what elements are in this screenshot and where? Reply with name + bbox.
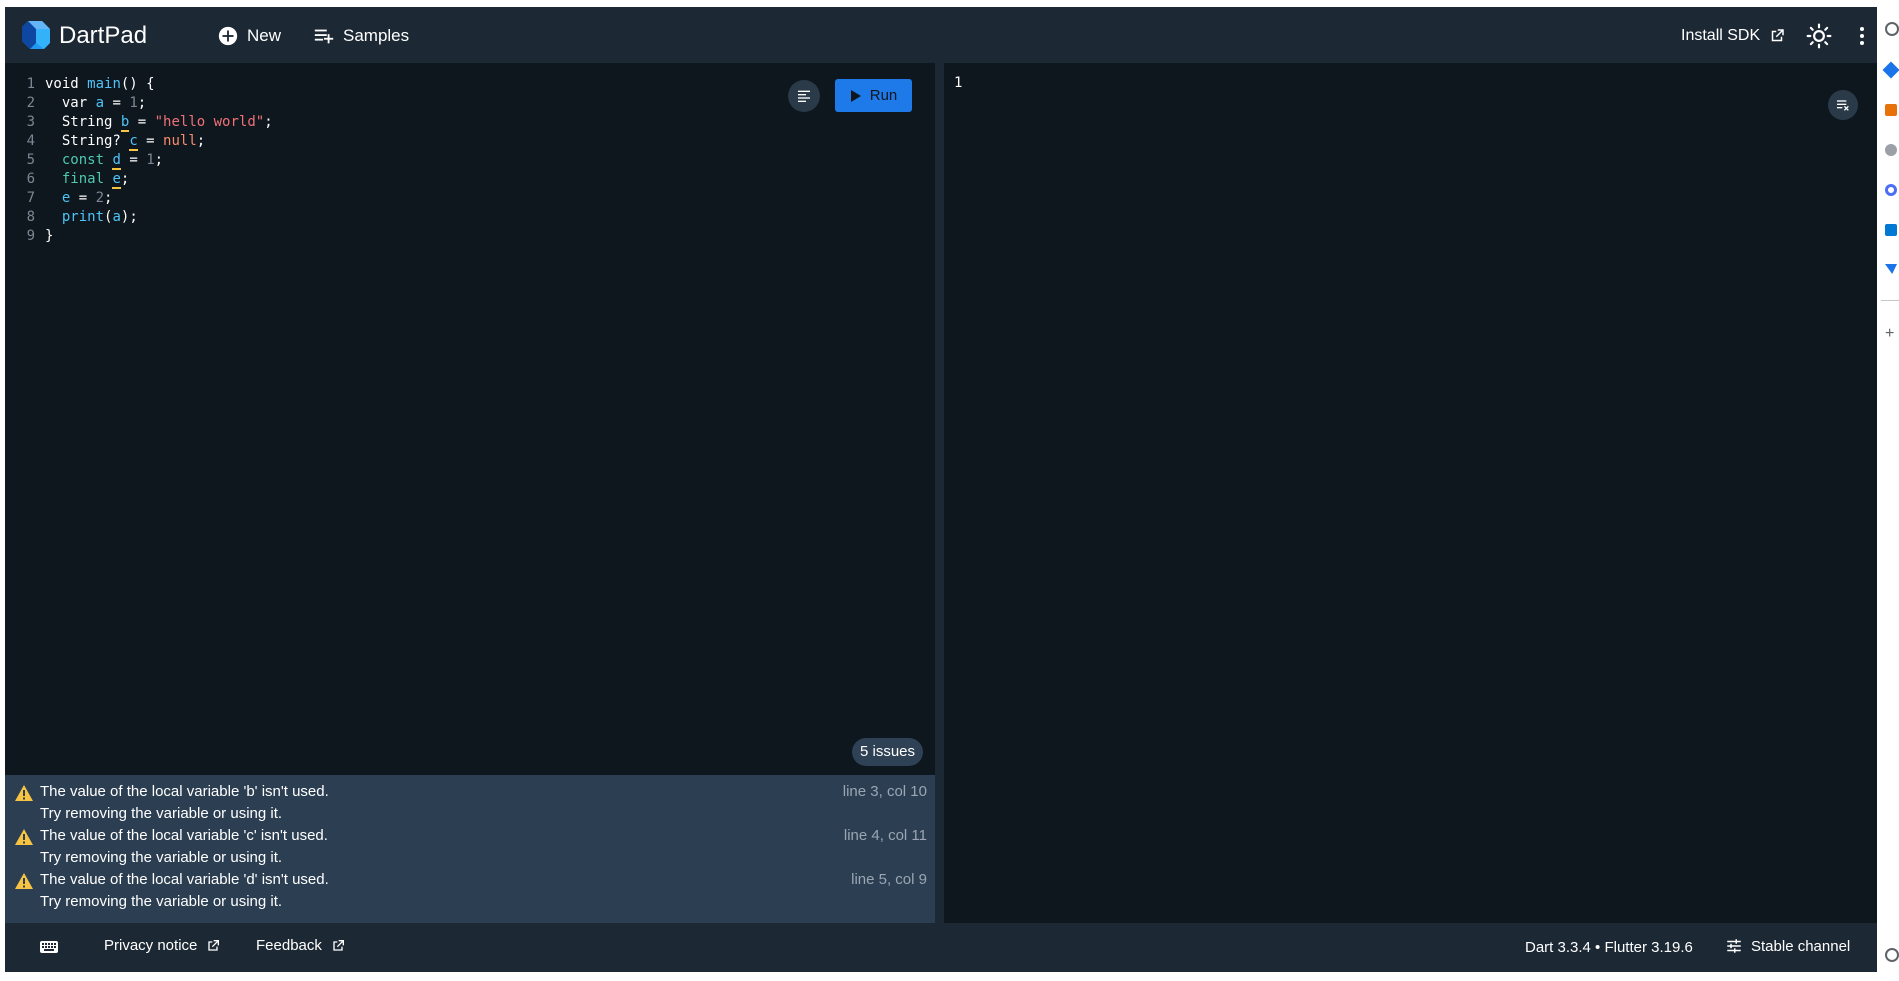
line-number: 9 xyxy=(26,228,35,244)
line-number: 4 xyxy=(26,133,35,149)
problem-item[interactable]: The value of the local variable 'b' isn'… xyxy=(5,775,935,822)
keyboard-icon[interactable] xyxy=(39,939,59,955)
browser-bottom-edge xyxy=(0,972,1877,981)
gear-icon[interactable] xyxy=(1885,948,1899,962)
playlist-add-icon xyxy=(314,29,334,44)
new-button[interactable]: New xyxy=(217,23,281,49)
extension-icon[interactable] xyxy=(1882,61,1899,79)
code-line: String b = "hello world"; xyxy=(61,114,273,132)
problem-message: The value of the local variable 'd' isn'… xyxy=(40,871,329,888)
add-circle-icon xyxy=(218,26,238,46)
open-in-new-icon xyxy=(208,939,220,951)
panel-splitter[interactable] xyxy=(935,63,944,923)
app-icon[interactable] xyxy=(1885,184,1897,196)
open-in-new-icon xyxy=(1771,29,1784,42)
status-bar: Privacy notice Feedback Dart 3.3.4 • Flu… xyxy=(5,923,1877,972)
code-line: print(a); xyxy=(61,209,138,225)
clear-all-icon xyxy=(1837,100,1849,111)
top-app-bar: DartPad New Samples Install SDK xyxy=(5,7,1877,63)
outlook-icon[interactable] xyxy=(1885,224,1897,236)
clear-console-button[interactable] xyxy=(1828,90,1858,120)
format-align-icon xyxy=(798,90,810,102)
console-line: 1 xyxy=(954,75,963,91)
app-title: DartPad xyxy=(59,22,148,49)
new-label: New xyxy=(247,26,282,45)
code-line: e = 2; xyxy=(61,190,113,206)
problem-fix: Try removing the variable or using it. xyxy=(40,893,283,910)
open-in-new-icon xyxy=(333,939,344,951)
search-icon[interactable] xyxy=(1885,22,1899,36)
line-number: 6 xyxy=(26,171,35,187)
run-label: Run xyxy=(869,87,898,104)
install-sdk-link[interactable]: Install SDK xyxy=(1681,23,1786,49)
code-line: final e; xyxy=(61,171,130,189)
send-icon[interactable] xyxy=(1885,264,1897,274)
warning-icon xyxy=(15,829,33,845)
problem-location: line 4, col 11 xyxy=(843,827,927,844)
feedback-link[interactable]: Feedback xyxy=(256,937,346,954)
channel-label: Stable channel xyxy=(1751,937,1851,955)
code-line: void main() { xyxy=(45,76,155,92)
problems-panel: The value of the local variable 'b' isn'… xyxy=(5,775,935,923)
line-number: 7 xyxy=(26,190,35,206)
more-vert-icon[interactable] xyxy=(1850,24,1874,48)
install-sdk-label: Install SDK xyxy=(1681,27,1761,44)
samples-button[interactable]: Samples xyxy=(313,23,409,49)
problem-location: line 5, col 9 xyxy=(851,871,927,888)
code-line: String? c = null; xyxy=(61,133,206,151)
format-button[interactable] xyxy=(788,80,820,112)
code-line: } xyxy=(45,228,54,244)
dart-logo-icon xyxy=(22,21,50,49)
line-number: 1 xyxy=(26,76,35,92)
warning-icon xyxy=(15,873,33,889)
line-number-gutter: 1 2 3 4 5 6 7 8 9 xyxy=(5,75,41,246)
add-icon[interactable]: + xyxy=(1885,326,1894,342)
warning-icon xyxy=(15,785,33,801)
problem-item[interactable]: The value of the local variable 'c' isn'… xyxy=(5,819,935,866)
line-number: 3 xyxy=(26,114,35,130)
code-line: const d = 1; xyxy=(61,152,164,170)
privacy-label: Privacy notice xyxy=(104,937,198,954)
profile-icon[interactable] xyxy=(1885,144,1897,156)
samples-label: Samples xyxy=(343,26,410,45)
problem-message: The value of the local variable 'b' isn'… xyxy=(40,783,329,800)
problem-message: The value of the local variable 'c' isn'… xyxy=(40,827,328,844)
line-number: 2 xyxy=(26,95,35,111)
line-number: 8 xyxy=(26,209,35,225)
play-icon xyxy=(850,89,861,102)
line-number: 5 xyxy=(26,152,35,168)
feedback-label: Feedback xyxy=(256,937,322,954)
problem-item[interactable]: The value of the local variable 'd' isn'… xyxy=(5,863,935,910)
divider xyxy=(1881,300,1899,301)
problem-location: line 3, col 10 xyxy=(842,783,927,800)
code-content[interactable]: void main() { var a = 1; String b = "hel… xyxy=(45,75,273,246)
browser-side-panel: + xyxy=(1877,0,1899,981)
privacy-notice-link[interactable]: Privacy notice xyxy=(104,937,221,954)
brightness-icon[interactable] xyxy=(1806,23,1832,49)
version-info: Dart 3.3.4 • Flutter 3.19.6 xyxy=(1525,939,1693,956)
dartpad-app: DartPad New Samples Install SDK 1 2 3 4 … xyxy=(5,7,1877,972)
app-icon[interactable] xyxy=(1885,104,1897,116)
tune-icon xyxy=(1727,939,1741,953)
issues-count-badge[interactable]: 5 issues xyxy=(852,738,924,766)
code-editor[interactable]: 1 2 3 4 5 6 7 8 9 void main() { var a = … xyxy=(5,63,935,775)
run-button[interactable]: Run xyxy=(835,79,912,112)
code-line: var a = 1; xyxy=(61,95,147,111)
channel-selector[interactable]: Stable channel xyxy=(1725,937,1850,955)
console-output: 1 xyxy=(944,63,1877,923)
